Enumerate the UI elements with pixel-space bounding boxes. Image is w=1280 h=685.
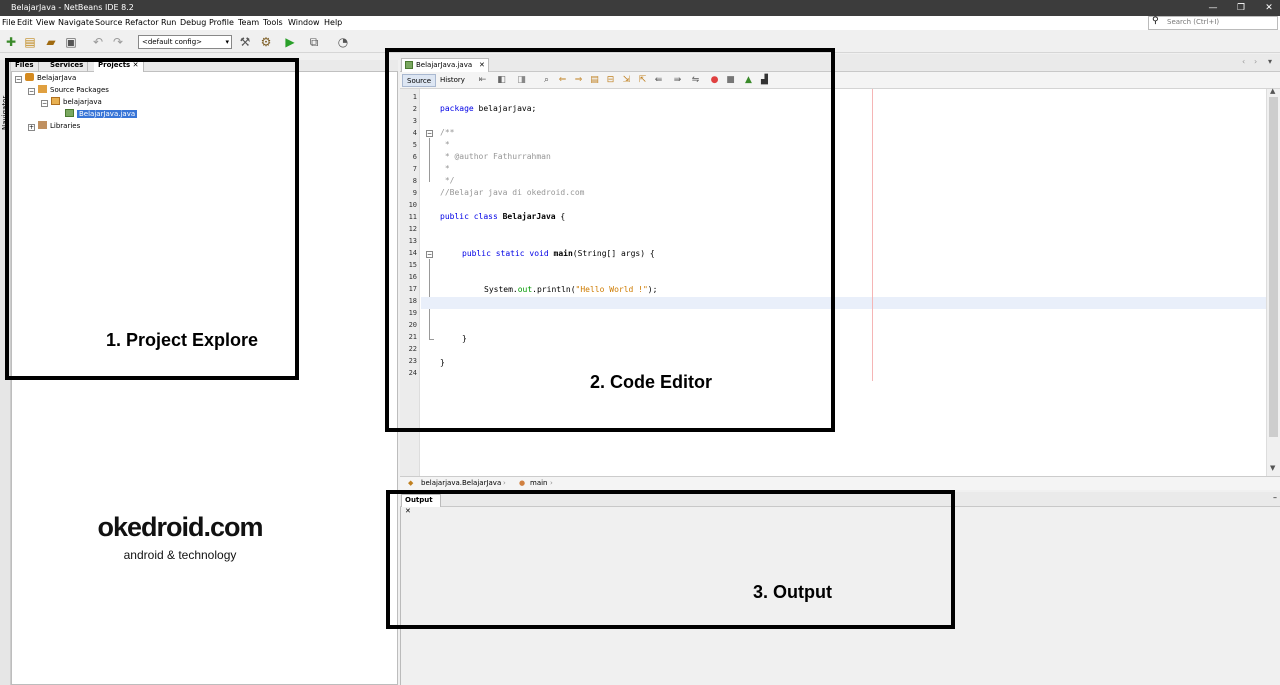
right-margin-line [872,89,873,381]
scrollbar-thumb[interactable] [1269,97,1278,437]
annotation-label-output: 3. Output [753,582,832,602]
search-icon: ⚲ [1152,16,1159,26]
menu-help[interactable]: Help [324,18,342,27]
breadcrumb-method[interactable]: main [530,479,548,487]
debug-icon[interactable]: ⧉ [306,34,322,50]
clean-build-icon[interactable]: ⚙ [258,34,274,50]
menu-run[interactable]: Run [161,18,176,27]
scroll-down-icon[interactable]: ▼ [1270,464,1275,472]
save-all-icon[interactable]: ▣ [63,34,79,50]
menu-refactor[interactable]: Refactor [125,18,159,27]
new-project-icon[interactable]: ▤ [22,34,38,50]
search-placeholder: Search (Ctrl+I) [1167,18,1220,26]
window-title: BelajarJava - NetBeans IDE 8.2 [11,3,134,12]
restore-button[interactable]: ❐ [1234,2,1248,14]
menu-view[interactable]: View [36,18,55,27]
menu-debug[interactable]: Debug [180,18,206,27]
tab-scroll-right-icon[interactable]: › [1254,57,1257,66]
annotation-label-editor: 2. Code Editor [590,372,713,392]
search-input[interactable]: ⚲ Search (Ctrl+I) [1148,16,1278,30]
new-file-icon[interactable]: ✚ [3,34,19,50]
menu-profile[interactable]: Profile [209,18,234,27]
breadcrumb: ◆ belajarjava.BelajarJava › ● main › [400,476,1280,490]
menu-source[interactable]: Source [95,18,122,27]
undo-icon[interactable]: ↶ [90,34,106,50]
scroll-up-icon[interactable]: ▲ [1270,87,1275,95]
chevron-down-icon: ▾ [225,38,229,46]
redo-icon[interactable]: ↷ [110,34,126,50]
minimize-button[interactable]: — [1206,2,1220,14]
breadcrumb-separator-icon: › [503,479,506,487]
tab-list-icon[interactable]: ▾ [1268,57,1272,66]
editor-scrollbar[interactable]: ▲ ▼ [1266,87,1280,476]
menu-window[interactable]: Window [288,18,320,27]
breadcrumb-separator-icon: › [550,479,553,487]
annotation-label-project: 1. Project Explore [106,330,259,350]
close-button[interactable]: ✕ [1262,2,1276,14]
profile-icon[interactable]: ◔ [335,34,351,50]
config-value: <default config> [142,38,203,46]
tab-scroll-left-icon[interactable]: ‹ [1242,57,1245,66]
menu-edit[interactable]: Edit [17,18,33,27]
build-icon[interactable]: ⚒ [237,34,253,50]
config-select[interactable]: <default config> ▾ [138,35,232,49]
method-icon: ● [519,479,526,487]
open-project-icon[interactable]: ▰ [43,34,59,50]
class-icon: ◆ [408,479,414,487]
title-bar: BelajarJava - NetBeans IDE 8.2 — ❐ ✕ [0,0,1280,16]
menu-team[interactable]: Team [238,18,259,27]
brand-logo: okedroid.com [97,512,263,542]
brand-tagline: android & technology [123,548,237,562]
breadcrumb-class[interactable]: belajarjava.BelajarJava [421,479,501,487]
minimize-panel-icon[interactable]: – [1273,493,1277,502]
menu-navigate[interactable]: Navigate [58,18,94,27]
menu-file[interactable]: File [2,18,15,27]
menu-tools[interactable]: Tools [263,18,283,27]
run-icon[interactable]: ▶ [282,34,298,50]
menu-bar: File Edit View Navigate Source Refactor … [0,16,1280,30]
annotation-box-output [386,490,955,629]
